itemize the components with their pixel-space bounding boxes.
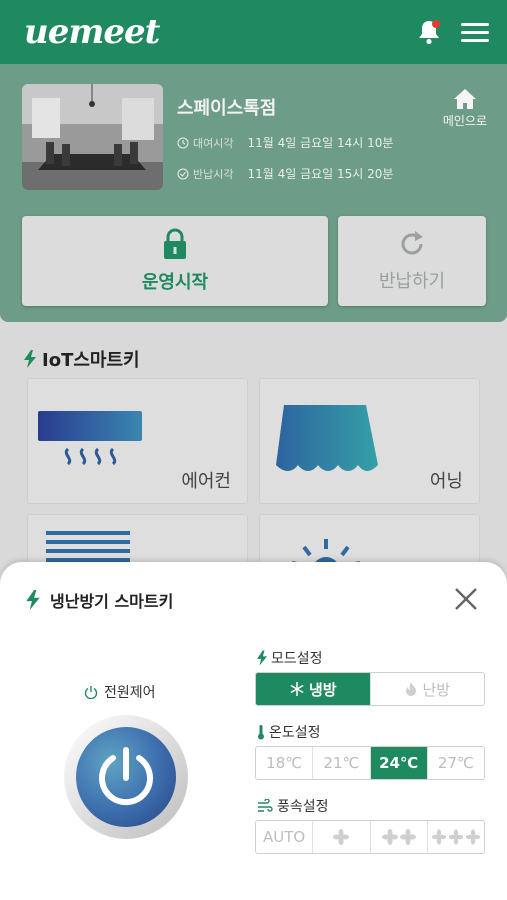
temp-selector: 18℃ 21℃ 24℃ 27℃ xyxy=(255,746,485,780)
mode-setting-label: 모드설정 xyxy=(257,648,323,668)
check-circle-icon xyxy=(177,168,189,179)
rent-time: 11월 4일 금요일 14시 10분 xyxy=(247,136,394,150)
refresh-icon xyxy=(401,231,423,255)
rent-time-row: 대여시각 11월 4일 금요일 14시 10분 xyxy=(177,134,393,151)
app-logo[interactable]: uemeet xyxy=(24,12,160,52)
return-button-label: 반납하기 xyxy=(378,271,446,292)
mode-label-text: 모드설정 xyxy=(271,651,323,667)
fan-speed-2-option[interactable] xyxy=(371,821,428,853)
device-card-awning[interactable]: 어닝 xyxy=(259,378,480,504)
notification-dot xyxy=(432,20,440,28)
device-label: 에어컨 xyxy=(181,471,231,492)
clock-icon xyxy=(177,137,189,148)
power-small-icon xyxy=(84,686,98,699)
space-name: 스페이스톡점 xyxy=(177,98,277,119)
device-label: 어닝 xyxy=(429,471,463,492)
temp-option[interactable]: 27℃ xyxy=(428,747,484,779)
fan-auto-option[interactable]: AUTO xyxy=(256,821,314,853)
temp-label-text: 온도설정 xyxy=(269,725,321,741)
rent-label: 대여시각 xyxy=(193,136,234,150)
smartkey-sheet: 냉난방기 스마트키 전원제어 모드설정 냉방 난방 온도설정 18℃ 21℃ 2… xyxy=(0,562,507,900)
device-card-aircon[interactable]: 에어컨 xyxy=(27,378,248,504)
fan-2-icon xyxy=(381,829,416,845)
fan-3-icon xyxy=(431,829,481,845)
temp-option-selected[interactable]: 24℃ xyxy=(370,747,428,779)
fan-speed-1-option[interactable] xyxy=(313,821,371,853)
start-label: 운영시작 xyxy=(141,272,209,293)
reservation-panel: 스페이스톡점 대여시각 11월 4일 금요일 14시 10분 반납시각 11월 … xyxy=(0,64,507,322)
temp-option[interactable]: 18℃ xyxy=(256,747,314,779)
mode-cool-label: 냉방 xyxy=(308,680,337,699)
close-icon[interactable] xyxy=(453,586,479,612)
fan-label-text: 풍속설정 xyxy=(277,799,329,815)
mode-heat-label: 난방 xyxy=(422,680,451,699)
sheet-title-text: 냉난방기 스마트키 xyxy=(50,592,174,611)
lightning-icon xyxy=(257,650,267,666)
mode-cool-button[interactable]: 냉방 xyxy=(256,673,371,705)
mode-selector: 냉방 난방 xyxy=(255,672,485,706)
lightning-icon xyxy=(24,350,36,368)
home-icon xyxy=(453,89,476,109)
menu-icon[interactable] xyxy=(461,18,489,46)
mode-heat-button[interactable]: 난방 xyxy=(371,673,485,705)
lightning-icon xyxy=(26,590,40,610)
home-label: 메인으로 xyxy=(442,114,487,128)
awning-icon xyxy=(276,405,378,471)
home-button[interactable]: 메인으로 xyxy=(443,88,487,129)
iot-title-text: IoT스마트키 xyxy=(42,350,140,371)
return-button[interactable]: 반납하기 xyxy=(338,216,486,306)
return-label: 반납시각 xyxy=(193,167,234,181)
wind-icon xyxy=(258,799,273,812)
fan-selector: AUTO xyxy=(255,820,485,854)
bell-icon[interactable] xyxy=(415,18,443,46)
return-time: 11월 4일 금요일 15시 20분 xyxy=(247,167,394,181)
thermometer-icon xyxy=(258,725,264,740)
app-header: uemeet xyxy=(0,0,507,64)
power-button[interactable] xyxy=(63,714,189,840)
power-label: 전원제어 xyxy=(84,682,156,702)
fan-speed-3-option[interactable] xyxy=(428,821,484,853)
temp-setting-label: 온도설정 xyxy=(257,722,321,742)
iot-section-title: IoT스마트키 xyxy=(24,346,140,372)
fan-1-icon xyxy=(333,829,350,845)
temp-option[interactable]: 21℃ xyxy=(313,747,371,779)
power-label-text: 전원제어 xyxy=(104,685,156,701)
air-conditioner-icon xyxy=(38,411,142,466)
space-thumbnail xyxy=(22,84,163,190)
flame-icon xyxy=(406,682,417,696)
lock-icon xyxy=(164,228,186,259)
return-time-row: 반납시각 11월 4일 금요일 15시 20분 xyxy=(177,165,393,182)
sheet-title: 냉난방기 스마트키 xyxy=(26,588,173,612)
fan-setting-label: 풍속설정 xyxy=(257,796,329,816)
start-operation-button[interactable]: 운영시작 xyxy=(22,216,328,306)
snowflake-icon xyxy=(290,682,304,696)
